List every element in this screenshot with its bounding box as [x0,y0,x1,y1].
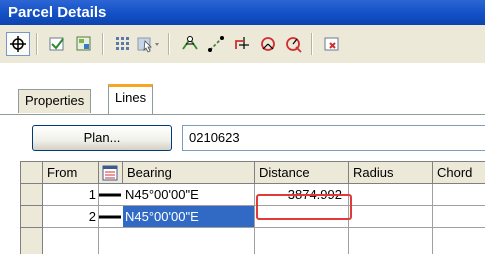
cell-from[interactable]: 2 [43,206,99,228]
row-selector[interactable] [21,184,43,206]
select-dropdown-icon[interactable] [137,32,161,56]
row-selector[interactable] [21,228,43,254]
column-header-from[interactable]: From [43,162,99,184]
insert-vertex-icon[interactable] [178,32,202,56]
empty-cell[interactable] [349,228,433,254]
column-chooser-icon[interactable] [99,162,123,184]
empty-cell[interactable] [99,228,255,254]
window-title: Parcel Details [0,0,485,25]
check-icon[interactable] [45,32,69,56]
tab-lines[interactable]: Lines [108,84,154,114]
lines-grid: From Bearing Distance Radius Chord 1 N45… [20,161,485,254]
tab-properties[interactable]: Properties [18,89,92,113]
row-selector[interactable] [21,206,43,228]
cell-radius[interactable] [349,206,433,228]
column-header-radius[interactable]: Radius [349,162,433,184]
line-icon[interactable] [204,32,228,56]
cell-chord[interactable] [433,184,485,206]
column-header-distance[interactable]: Distance [255,162,349,184]
cell-from[interactable]: 1 [43,184,99,206]
pick-point-icon[interactable] [6,32,30,56]
plan-button[interactable]: Plan... [32,125,172,151]
toolbar [0,25,485,64]
empty-cell[interactable] [43,228,99,254]
column-header-chord[interactable]: Chord [433,162,485,184]
cell-bearing-selected[interactable]: N45°00'00"E [123,206,255,228]
curve-icon[interactable] [256,32,280,56]
grid-corner[interactable] [21,162,43,184]
segment-line-icon [99,184,123,206]
parcel-details-window: Parcel Details Properties Lines Plan... … [0,0,485,254]
cell-distance[interactable] [255,206,349,228]
empty-cell[interactable] [255,228,349,254]
tab-strip: Properties Lines [0,63,485,118]
cell-distance[interactable]: 3874.992 [255,184,349,206]
close-window-icon[interactable] [320,32,344,56]
lines-panel: Plan... 0210623 From Bearing Distance Ra… [0,114,485,254]
column-header-bearing[interactable]: Bearing [123,162,255,184]
grid-select-icon[interactable] [111,32,135,56]
table-view-icon[interactable] [72,32,96,56]
plan-number-field[interactable]: 0210623 [182,125,485,151]
cell-bearing[interactable]: N45°00'00"E [123,184,255,206]
segment-line-icon [99,206,123,228]
cell-radius[interactable] [349,184,433,206]
empty-cell[interactable] [433,228,485,254]
delete-curve-icon[interactable] [282,32,306,56]
cell-chord[interactable] [433,206,485,228]
add-segment-icon[interactable] [230,32,254,56]
